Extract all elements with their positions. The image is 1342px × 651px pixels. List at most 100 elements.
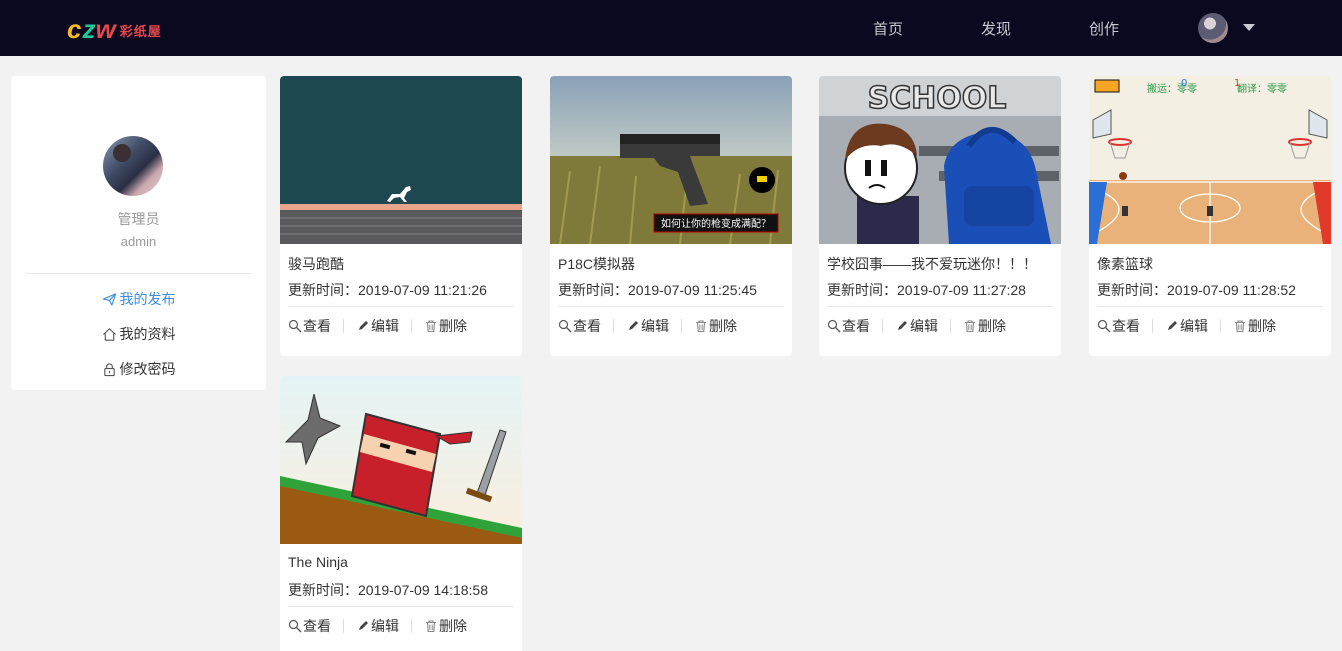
image-caption: 如何让你的枪变成满配？ (661, 217, 771, 230)
project-title[interactable]: 骏马跑酷 (288, 254, 344, 274)
logo-letter-c: c (67, 14, 82, 44)
project-thumbnail[interactable]: 搬运：零零 翻译：零零 0 1 (1089, 76, 1331, 244)
delete-label: 删除 (439, 618, 467, 634)
divider (1220, 319, 1221, 333)
image-hud-left: 搬运：零零 (1147, 82, 1197, 95)
magnifier-icon (288, 619, 302, 633)
delete-button[interactable]: 删除 (424, 616, 467, 636)
view-button[interactable]: 查看 (288, 316, 331, 336)
divider (288, 606, 514, 607)
divider (558, 306, 784, 307)
time-label: 更新时间： (288, 282, 358, 298)
image-hud-right: 翻译：零零 (1237, 83, 1287, 95)
project-thumbnail[interactable] (280, 376, 522, 544)
home-icon (102, 327, 116, 341)
delete-button[interactable]: 删除 (1233, 316, 1276, 336)
divider (26, 273, 251, 274)
time-value: 2019-07-09 14:18:58 (358, 582, 488, 598)
delete-label: 删除 (439, 318, 467, 334)
delete-label: 删除 (978, 318, 1006, 334)
pencil-icon (359, 321, 368, 330)
sidebar-item-label: 我的发布 (119, 291, 176, 307)
delete-button[interactable]: 删除 (694, 316, 737, 336)
chevron-down-icon[interactable] (1243, 24, 1255, 31)
time-label: 更新时间： (558, 282, 628, 298)
profile-sidebar: 管理员 admin 我的发布 我的资料 修改密码 (11, 76, 266, 390)
edit-button[interactable]: 编辑 (356, 616, 399, 636)
view-label: 查看 (1112, 318, 1140, 334)
sidebar-item-change-password[interactable]: 修改密码 (11, 359, 266, 379)
project-card: SCHOOL 学校囧事——我不爱玩迷你！！！ 更新时间：2019-07-09 1… (819, 76, 1061, 356)
card-actions: 查看 编辑 删除 (558, 316, 737, 336)
time-label: 更新时间： (288, 582, 358, 598)
pencil-icon (1168, 321, 1177, 330)
delete-button[interactable]: 删除 (424, 316, 467, 336)
trash-icon (426, 320, 436, 333)
nav-discover-link[interactable]: 发现 (981, 18, 1011, 39)
view-button[interactable]: 查看 (1097, 316, 1140, 336)
lock-icon (103, 362, 115, 376)
edit-button[interactable]: 编辑 (626, 316, 669, 336)
project-update-time: 更新时间：2019-07-09 11:21:26 (288, 280, 487, 300)
project-title[interactable]: P18C模拟器 (558, 254, 635, 274)
image-caption: SCHOOL (868, 81, 1007, 116)
delete-button[interactable]: 删除 (963, 316, 1006, 336)
edit-button[interactable]: 编辑 (1165, 316, 1208, 336)
logo-letter-w: w (95, 14, 116, 44)
card-actions: 查看 编辑 删除 (827, 316, 1006, 336)
edit-button[interactable]: 编辑 (895, 316, 938, 336)
edit-label: 编辑 (641, 318, 669, 334)
time-value: 2019-07-09 11:21:26 (358, 282, 487, 298)
sidebar-item-my-posts[interactable]: 我的发布 (11, 289, 266, 309)
top-nav-bar: c z w 彩纸屋 首页 发现 创作 (0, 0, 1342, 56)
card-actions: 查看 编辑 删除 (1097, 316, 1276, 336)
divider (613, 319, 614, 333)
project-title[interactable]: The Ninja (288, 554, 348, 570)
pencil-icon (898, 321, 907, 330)
view-button[interactable]: 查看 (827, 316, 870, 336)
view-label: 查看 (303, 618, 331, 634)
project-thumbnail[interactable]: SCHOOL (819, 76, 1061, 244)
paper-plane-icon (102, 292, 116, 306)
project-update-time: 更新时间：2019-07-09 11:25:45 (558, 280, 757, 300)
project-thumbnail[interactable]: 如何让你的枪变成满配？ (550, 76, 792, 244)
divider (411, 619, 412, 633)
pencil-icon (359, 621, 368, 630)
edit-label: 编辑 (910, 318, 938, 334)
magnifier-icon (1097, 319, 1111, 333)
time-value: 2019-07-09 11:25:45 (628, 282, 757, 298)
magnifier-icon (558, 319, 572, 333)
view-button[interactable]: 查看 (558, 316, 601, 336)
view-label: 查看 (303, 318, 331, 334)
nav-create-link[interactable]: 创作 (1089, 18, 1119, 39)
project-card: 骏马跑酷 更新时间：2019-07-09 11:21:26 查看 编辑 删除 (280, 76, 522, 356)
time-value: 2019-07-09 11:28:52 (1167, 282, 1296, 298)
trash-icon (426, 620, 436, 633)
project-update-time: 更新时间：2019-07-09 11:28:52 (1097, 280, 1296, 300)
project-title[interactable]: 像素篮球 (1097, 254, 1153, 274)
pencil-icon (629, 321, 638, 330)
divider (827, 306, 1053, 307)
delete-label: 删除 (709, 318, 737, 334)
image-score-right: 1 (1234, 78, 1240, 89)
project-thumbnail[interactable] (280, 76, 522, 244)
edit-label: 编辑 (1180, 318, 1208, 334)
card-actions: 查看 编辑 删除 (288, 316, 467, 336)
user-avatar[interactable] (1198, 13, 1228, 43)
sidebar-item-label: 我的资料 (119, 326, 176, 342)
nav-home-link[interactable]: 首页 (873, 18, 903, 39)
brand-logo[interactable]: c z w 彩纸屋 (66, 12, 162, 44)
sidebar-item-my-profile[interactable]: 我的资料 (11, 324, 266, 344)
trash-icon (696, 320, 706, 333)
trash-icon (1235, 320, 1245, 333)
edit-button[interactable]: 编辑 (356, 316, 399, 336)
card-actions: 查看 编辑 删除 (288, 616, 467, 636)
divider (1097, 306, 1323, 307)
view-button[interactable]: 查看 (288, 616, 331, 636)
magnifier-icon (288, 319, 302, 333)
project-title[interactable]: 学校囧事——我不爱玩迷你！！！ (827, 254, 1037, 274)
project-card: 如何让你的枪变成满配？ P18C模拟器 更新时间：2019-07-09 11:2… (550, 76, 792, 356)
divider (343, 319, 344, 333)
project-card: 搬运：零零 翻译：零零 0 1 像素篮球 更新时间：2019-07-09 11:… (1089, 76, 1331, 356)
magnifier-icon (827, 319, 841, 333)
